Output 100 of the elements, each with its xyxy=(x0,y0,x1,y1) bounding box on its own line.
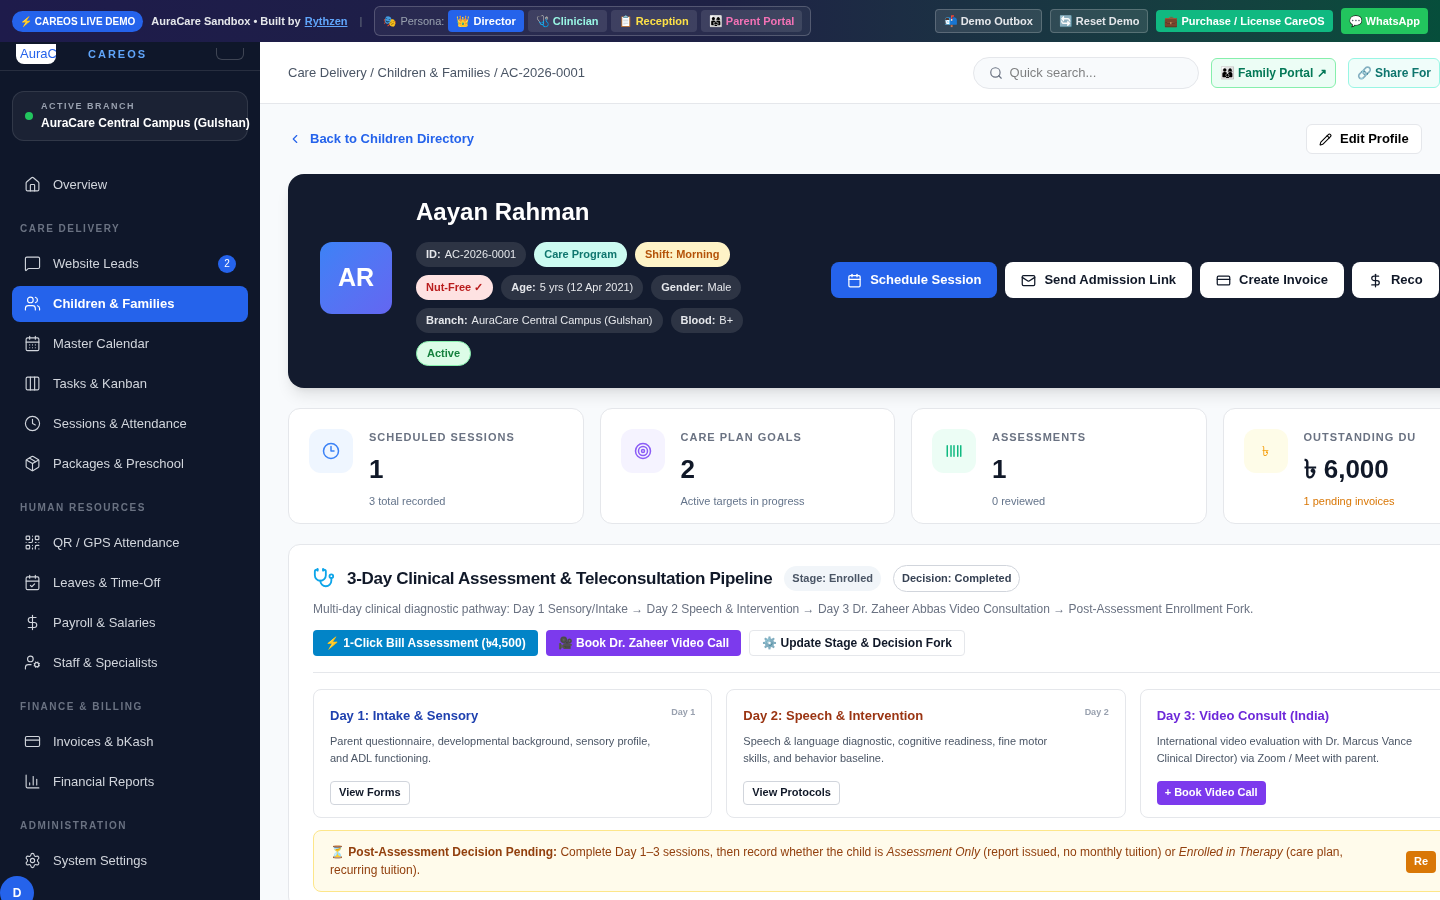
branch-card[interactable]: ACTIVE BRANCH AuraCare Central Campus (Gulshan) xyxy=(12,91,248,141)
nav-item[interactable]: Master Calendar xyxy=(12,325,248,362)
profile-action-button[interactable]: Send Admission Link xyxy=(1005,262,1193,298)
calendar-icon xyxy=(847,272,863,288)
card-icon xyxy=(1216,272,1232,288)
pipeline-title: 3-Day Clinical Assessment & Teleconsultation Pipeline xyxy=(347,567,773,590)
stat-title: ASSESSMENTS xyxy=(992,430,1087,445)
stethoscope-icon xyxy=(313,567,335,590)
stat-icon xyxy=(932,429,976,473)
day-button[interactable]: View Forms xyxy=(330,780,410,805)
info-chip: Care Program xyxy=(534,242,627,267)
day-button[interactable]: + Book Video Call xyxy=(1156,780,1266,805)
nav-icon xyxy=(24,773,41,790)
info-chip: Branch: AuraCare Central Campus (Gulshan) xyxy=(416,308,663,333)
stat-value: 1 xyxy=(992,452,1008,486)
day-title: Day 2: Speech & Intervention xyxy=(743,706,924,725)
sandbox-text: AuraCare Sandbox • Built by xyxy=(151,13,301,29)
user-avatar[interactable]: D xyxy=(0,876,34,900)
count-badge: 2 xyxy=(218,254,236,273)
section-heading: FINANCE & BILLING xyxy=(19,699,144,714)
nav-icon xyxy=(24,455,41,472)
brand-name: CAREOS xyxy=(88,46,148,62)
nav-item[interactable]: Financial Reports xyxy=(12,763,248,800)
nav-item[interactable]: Tasks & Kanban xyxy=(12,365,248,402)
info-chip: Nut-Free ✓ xyxy=(416,275,494,300)
pipeline-button[interactable]: 🎥 Book Dr. Zaheer Video Call xyxy=(545,629,742,656)
profile-action-button[interactable]: Reco xyxy=(1351,262,1439,298)
pipeline-button[interactable]: ⚡ 1-Click Bill Assessment (৳4,500) xyxy=(313,629,538,656)
nav-item[interactable]: Staff & Specialists xyxy=(12,644,248,681)
stat-value: 2 xyxy=(680,452,696,486)
section-heading: HUMAN RESOURCES xyxy=(19,500,147,515)
header-button[interactable]: 👨‍👩‍👦 Family Portal ↗ xyxy=(1210,57,1336,88)
persona-tab[interactable]: 👨‍👩‍👧 Parent Portal xyxy=(700,9,803,33)
info-chip: Active xyxy=(416,341,472,366)
edit-profile-button[interactable]: Edit Profile xyxy=(1306,124,1422,154)
day-title: Day 1: Intake & Sensory xyxy=(330,706,479,725)
stat-subtext: 1 pending invoices xyxy=(1303,493,1396,509)
day-button[interactable]: View Protocols xyxy=(743,780,840,805)
stat-title: CARE PLAN GOALS xyxy=(680,430,803,445)
info-chip: Age: 5 yrs (12 Apr 2021) xyxy=(501,275,644,300)
nav-icon xyxy=(24,574,41,591)
nav-icon xyxy=(24,733,41,750)
day-description: Parent questionnaire, developmental background, sensory profile, and ADL functioning. xyxy=(330,734,652,766)
avatar: AR xyxy=(320,242,392,314)
author-link[interactable]: Rythzen xyxy=(304,12,348,30)
profile-action-button[interactable]: Schedule Session xyxy=(831,262,998,298)
nav-icon xyxy=(24,375,41,392)
nav-item[interactable]: System Settings xyxy=(12,842,248,879)
logo: AuraC xyxy=(16,44,56,64)
nav-item[interactable]: Payroll & Salaries xyxy=(12,604,248,641)
notice-text: ⏳ Post-Assessment Decision Pending: Complete Day 1–3 sessions, then record whether the child is Assessment Only (report issued, no monthly tuition) or Enrolled in Therapy (care plan, recurring tuition). xyxy=(330,843,1344,879)
profile-action-button[interactable]: Create Invoice xyxy=(1200,262,1344,298)
nav-item[interactable]: Overview xyxy=(12,166,248,203)
stage-label: Stage: Enrolled xyxy=(784,566,881,591)
demo-action-button[interactable]: 📬 Demo Outbox xyxy=(934,8,1042,34)
section-heading: CARE DELIVERY xyxy=(19,221,122,236)
header-button[interactable]: 🔗 Share For xyxy=(1347,57,1440,88)
persona-tab[interactable]: 📋 Reception xyxy=(610,9,697,33)
back-link[interactable]: Back to Children Directory xyxy=(288,129,474,149)
stat-subtext: 3 total recorded xyxy=(369,493,447,509)
nav-item[interactable]: Website Leads 2 xyxy=(12,245,248,282)
pipeline-button[interactable]: ⚙ Update Stage & Decision Fork xyxy=(749,629,965,656)
info-chip: Gender: Male xyxy=(651,275,742,300)
nav-icon xyxy=(24,255,41,272)
demo-action-button[interactable]: 💬 WhatsApp xyxy=(1340,7,1428,35)
day-description: Speech & language diagnostic, cognitive readiness, fine motor skills, and behavior baseline. xyxy=(743,734,1049,766)
child-name: Aayan Rahman xyxy=(416,197,591,227)
nav-icon xyxy=(24,415,41,432)
breadcrumb: Care Delivery / Children & Families / AC-2026-0001 xyxy=(288,63,585,82)
info-chip: ID: AC-2026-0001 xyxy=(416,242,527,267)
persona-tab[interactable]: 🩺 Clinician xyxy=(527,9,607,33)
nav-icon xyxy=(24,534,41,551)
persona-tab[interactable]: 👑 Director xyxy=(448,9,524,33)
stat-title: SCHEDULED SESSIONS xyxy=(369,430,515,445)
nav-icon xyxy=(24,852,41,869)
nav-icon xyxy=(24,176,41,193)
nav-item[interactable]: Leaves & Time-Off xyxy=(12,564,248,601)
search-field[interactable]: Quick search... xyxy=(972,56,1199,89)
branch-name: AuraCare Central Campus (Gulshan) xyxy=(41,114,250,132)
collapse-button[interactable] xyxy=(216,48,244,60)
nav-item[interactable]: Packages & Preschool xyxy=(12,445,248,482)
stat-subtext: 0 reviewed xyxy=(992,493,1047,509)
nav-item[interactable]: Sessions & Attendance xyxy=(12,405,248,442)
stat-icon: ৳ xyxy=(1243,429,1288,473)
day-tag: Day 2 xyxy=(1084,705,1109,725)
separator: | xyxy=(359,13,363,29)
day-description: International video evaluation with Dr. Marcus Vance Clinical Director) via Zoom / Meet with parent. xyxy=(1156,734,1414,766)
nav-item[interactable]: Invoices & bKash xyxy=(12,723,248,760)
nav-item[interactable]: Children & Families xyxy=(12,285,248,322)
day-title: Day 3: Video Consult (India) xyxy=(1156,706,1330,725)
section-heading: ADMINISTRATION xyxy=(19,818,128,833)
demo-badge: ⚡ CAREOS LIVE DEMO xyxy=(12,10,144,32)
demo-action-button[interactable]: 🔄 Reset Demo xyxy=(1049,8,1149,34)
nav-item[interactable]: QR / GPS Attendance xyxy=(12,524,248,561)
pencil-icon xyxy=(1319,132,1332,146)
search-icon xyxy=(988,65,1003,80)
nav-icon xyxy=(24,295,41,312)
stat-icon xyxy=(309,429,353,473)
persona-label: 🎭 Persona: xyxy=(383,13,445,29)
stat-icon xyxy=(620,429,665,473)
